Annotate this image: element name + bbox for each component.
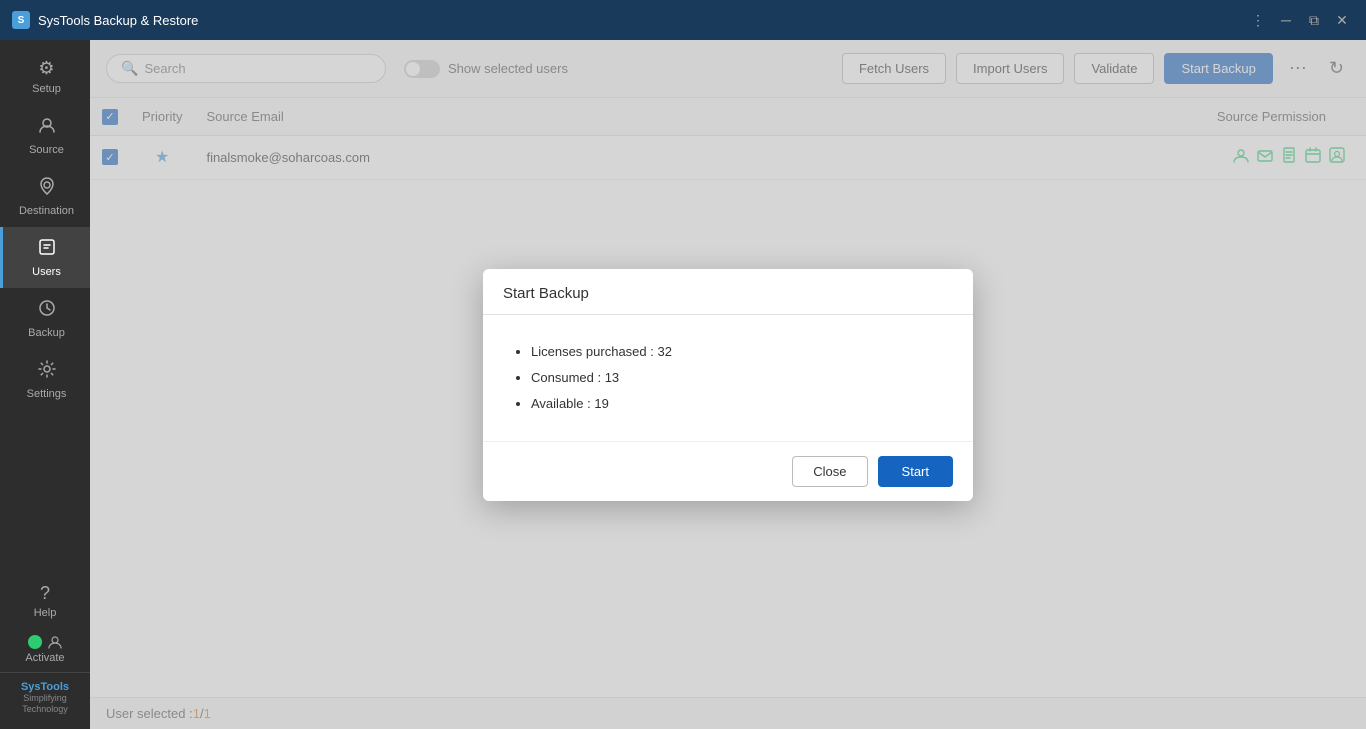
sidebar-item-backup[interactable]: Backup <box>0 288 90 349</box>
app-title: SysTools Backup & Restore <box>38 13 1246 28</box>
users-icon <box>37 237 57 262</box>
sidebar-bottom: ? Help Activate SysTools Simplifying Tec… <box>0 575 90 729</box>
more-options-button[interactable]: ⋮ <box>1246 8 1270 32</box>
modal-title: Start Backup <box>503 285 589 302</box>
sidebar-label-source: Source <box>29 144 64 156</box>
minimize-button[interactable]: ─ <box>1274 8 1298 32</box>
main-content: 🔍 Show selected users Fetch Users Import… <box>90 40 1366 729</box>
activate-user-icon <box>48 635 62 649</box>
app-icon: S <box>12 11 30 29</box>
modal-close-button[interactable]: Close <box>792 456 867 487</box>
sidebar-label-users: Users <box>32 266 61 278</box>
modal-body: Licenses purchased : 32Consumed : 13Avai… <box>483 315 973 441</box>
setup-icon: ⚙ <box>38 58 54 79</box>
modal-start-button[interactable]: Start <box>878 456 953 487</box>
sidebar-item-destination[interactable]: Destination <box>0 166 90 227</box>
help-label: Help <box>34 607 57 619</box>
modal-list-item: Consumed : 13 <box>531 365 945 391</box>
start-backup-modal: Start Backup Licenses purchased : 32Cons… <box>483 269 973 501</box>
brand-tagline: Simplifying Technology <box>22 693 68 714</box>
modal-info-list: Licenses purchased : 32Consumed : 13Avai… <box>511 339 945 417</box>
close-button[interactable]: ✕ <box>1330 8 1354 32</box>
sidebar: ⚙ Setup Source Destination <box>0 40 90 729</box>
modal-list-item: Licenses purchased : 32 <box>531 339 945 365</box>
title-bar: S SysTools Backup & Restore ⋮ ─ ⧉ ✕ <box>0 0 1366 40</box>
activate-row <box>28 635 62 649</box>
sidebar-item-source[interactable]: Source <box>0 105 90 166</box>
sidebar-item-help[interactable]: ? Help <box>0 575 90 627</box>
sidebar-label-settings: Settings <box>27 388 67 400</box>
sidebar-label-backup: Backup <box>28 327 65 339</box>
app-layout: ⚙ Setup Source Destination <box>0 40 1366 729</box>
sidebar-item-users[interactable]: Users <box>0 227 90 288</box>
brand-logo: SysTools Simplifying Technology <box>0 672 90 719</box>
activate-label: Activate <box>25 652 64 664</box>
modal-footer: Close Start <box>483 441 973 501</box>
source-icon <box>37 115 57 140</box>
sidebar-item-setup[interactable]: ⚙ Setup <box>0 48 90 105</box>
modal-overlay: Start Backup Licenses purchased : 32Cons… <box>90 40 1366 729</box>
sidebar-item-activate[interactable]: Activate <box>0 627 90 672</box>
sidebar-label-setup: Setup <box>32 83 61 95</box>
modal-header: Start Backup <box>483 269 973 315</box>
settings-icon <box>37 359 57 384</box>
restore-button[interactable]: ⧉ <box>1302 8 1326 32</box>
modal-list-item: Available : 19 <box>531 391 945 417</box>
sidebar-label-destination: Destination <box>19 205 74 217</box>
destination-icon <box>37 176 57 201</box>
brand-name: SysTools <box>21 681 69 693</box>
sidebar-item-settings[interactable]: Settings <box>0 349 90 410</box>
activate-badge <box>28 635 42 649</box>
window-controls: ⋮ ─ ⧉ ✕ <box>1246 8 1354 32</box>
help-icon: ? <box>40 583 50 604</box>
backup-icon <box>37 298 57 323</box>
